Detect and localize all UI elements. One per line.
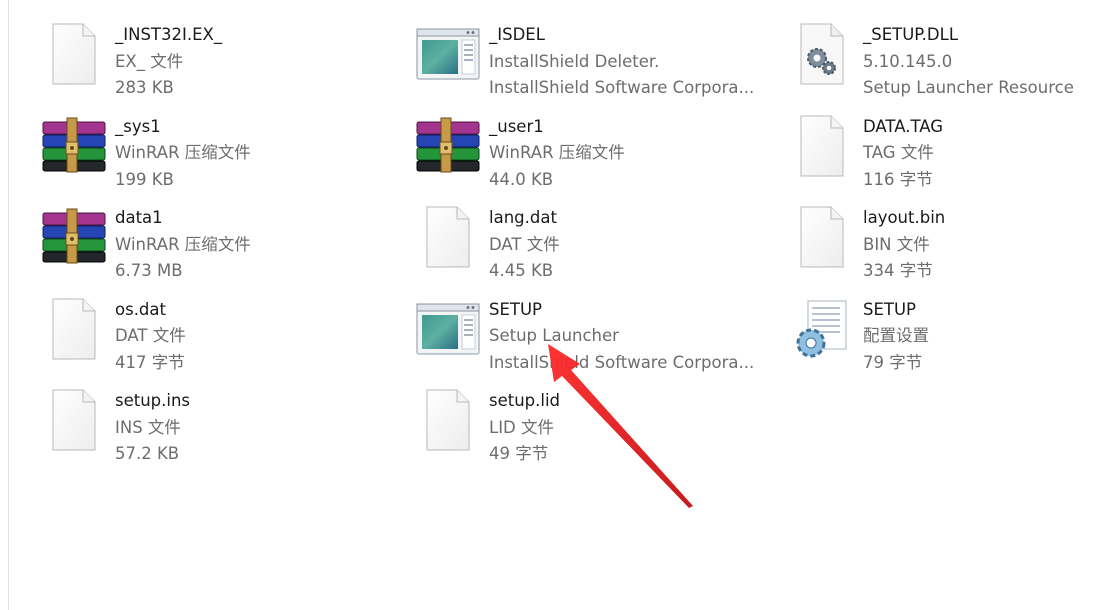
- file-type: EX_ 文件: [115, 51, 184, 71]
- file-name: _sys1: [115, 116, 161, 136]
- app-window-icon: [414, 18, 482, 90]
- file-detail: 417 字节: [115, 352, 185, 372]
- blank-file-icon: [40, 384, 108, 456]
- file-item-os-dat[interactable]: os.dat DAT 文件 417 字节: [40, 293, 414, 385]
- file-name: os.dat: [115, 299, 166, 319]
- winrar-archive-icon: [40, 110, 108, 182]
- file-item-isdel[interactable]: _ISDEL InstallShield Deleter. InstallShi…: [414, 18, 788, 110]
- file-detail: 4.45 KB: [489, 261, 554, 280]
- blank-file-icon: [414, 201, 482, 273]
- file-name: layout.bin: [863, 208, 946, 227]
- file-type: WinRAR 压缩文件: [115, 143, 251, 162]
- file-item-data-tag[interactable]: DATA.TAG TAG 文件 116 字节: [788, 110, 1105, 202]
- file-type: DAT 文件: [489, 234, 560, 254]
- file-type: InstallShield Deleter.: [489, 51, 660, 71]
- file-type: WinRAR 压缩文件: [489, 143, 625, 162]
- file-name: SETUP: [489, 299, 543, 319]
- file-item-setup[interactable]: SETUP 配置设置 79 字节: [788, 293, 1105, 385]
- file-item-setup-ins[interactable]: setup.ins INS 文件 57.2 KB: [40, 384, 414, 476]
- blank-file-icon: [788, 110, 856, 182]
- file-name: setup.lid: [489, 391, 561, 410]
- file-type: BIN 文件: [863, 234, 930, 254]
- file-type: TAG 文件: [863, 143, 934, 162]
- file-detail: InstallShield Software Corpora...: [489, 352, 755, 372]
- file-detail: Setup Launcher Resource: [863, 78, 1074, 97]
- file-type: WinRAR 压缩文件: [115, 234, 251, 254]
- file-detail: InstallShield Software Corpora...: [489, 78, 755, 97]
- file-item-setup-lid[interactable]: setup.lid LID 文件 49 字节: [414, 384, 788, 476]
- file-detail: 79 字节: [863, 352, 923, 372]
- file-item-setup[interactable]: SETUP Setup Launcher InstallShield Softw…: [414, 293, 788, 385]
- file-detail: 49 字节: [489, 444, 549, 463]
- file-detail: 116 字节: [863, 169, 933, 189]
- file-item-lang-dat[interactable]: lang.dat DAT 文件 4.45 KB: [414, 201, 788, 293]
- file-detail: 283 KB: [115, 78, 174, 97]
- winrar-archive-icon: [40, 201, 108, 273]
- file-name: DATA.TAG: [863, 116, 944, 136]
- blank-file-icon: [40, 18, 108, 90]
- blank-file-icon: [40, 293, 108, 365]
- file-detail: 44.0 KB: [489, 169, 554, 189]
- file-type: INS 文件: [115, 417, 181, 437]
- dll-gear-icon: [788, 18, 856, 90]
- file-type: 5.10.145.0: [863, 51, 953, 71]
- file-item-user1[interactable]: _user1 WinRAR 压缩文件 44.0 KB: [414, 110, 788, 202]
- file-type: DAT 文件: [115, 326, 186, 345]
- file-item-setup-dll[interactable]: _SETUP.DLL 5.10.145.0 Setup Launcher Res…: [788, 18, 1105, 110]
- file-name: lang.dat: [489, 208, 557, 227]
- file-item-data1[interactable]: data1 WinRAR 压缩文件 6.73 MB: [40, 201, 414, 293]
- file-type: 配置设置: [863, 326, 929, 345]
- file-name: _user1: [489, 116, 544, 136]
- file-type: Setup Launcher: [489, 326, 619, 345]
- file-item-inst32i-ex[interactable]: _INST32I.EX_ EX_ 文件 283 KB: [40, 18, 414, 110]
- file-name: data1: [115, 208, 163, 227]
- file-detail: 199 KB: [115, 169, 174, 189]
- winrar-archive-icon: [414, 110, 482, 182]
- file-type: LID 文件: [489, 417, 555, 437]
- blank-file-icon: [414, 384, 482, 456]
- blank-file-icon: [788, 201, 856, 273]
- file-item-sys1[interactable]: _sys1 WinRAR 压缩文件 199 KB: [40, 110, 414, 202]
- file-name: _ISDEL: [489, 25, 545, 44]
- file-item-layout-bin[interactable]: layout.bin BIN 文件 334 字节: [788, 201, 1105, 293]
- file-name: _SETUP.DLL: [863, 25, 959, 44]
- file-name: _INST32I.EX_: [115, 25, 223, 44]
- file-name: setup.ins: [115, 391, 191, 410]
- app-window-icon: [414, 293, 482, 365]
- config-settings-icon: [788, 293, 856, 365]
- file-detail: 334 字节: [863, 261, 933, 280]
- file-detail: 6.73 MB: [115, 261, 183, 280]
- file-list: _INST32I.EX_ EX_ 文件 283 KB _ISDEL Instal…: [40, 18, 1105, 476]
- file-detail: 57.2 KB: [115, 444, 180, 463]
- file-name: SETUP: [863, 299, 917, 319]
- pane-left-border: [8, 0, 9, 610]
